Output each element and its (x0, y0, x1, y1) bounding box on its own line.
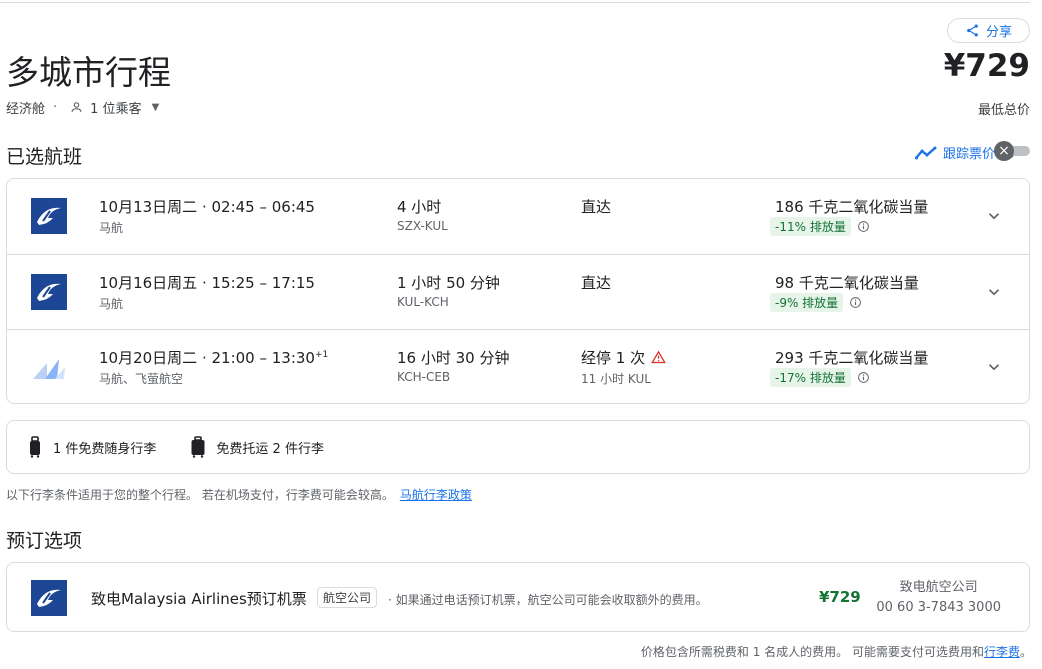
flight-stops-text: 直达 (581, 198, 612, 216)
malaysia-airlines-logo (31, 580, 67, 616)
info-icon[interactable] (849, 296, 862, 309)
flight-date-time-text: 10月16日周五 · 15:25 – 17:15 (99, 274, 315, 292)
share-label: 分享 (985, 25, 1012, 40)
booking-option[interactable]: 致电Malaysia Airlines预订机票 航空公司 · 如果通过电话预订机… (6, 562, 1030, 632)
flight-date-time-text: 10月13日周二 · 02:45 – 06:45 (99, 198, 315, 216)
baggage-box: 1 件免费随身行李 免费托运 2 件行李 (6, 420, 1030, 474)
trip-options: 经济舱 · 1 位乘客 ▼ (6, 98, 159, 117)
chevron-down-icon[interactable] (985, 283, 1003, 301)
cabin-class: 经济舱 (6, 102, 46, 117)
flight-route: KCH-CEB (397, 370, 451, 384)
passenger-count: 1 位乘客 (90, 102, 142, 117)
flight-date-time: 10月16日周五 · 15:25 – 17:15 (99, 272, 315, 293)
day-offset: +1 (314, 350, 329, 360)
malaysia-airlines-logo (31, 198, 67, 234)
flight-duration: 4 小时 (397, 198, 442, 216)
baggage-note: 以下行李条件适用于您的整个行程。 若在机场支付，行李费可能会较高。 马航行李政策 (6, 486, 472, 503)
flight-emissions: 293 千克二氧化碳当量 (775, 349, 929, 367)
flight-stops-text: 直达 (581, 274, 612, 292)
flight-stop-detail: 11 小时 KUL (581, 372, 651, 386)
footer-text: 价格包含所需税费和 1 名成人的费用。 可能需要支付可选费用和 (640, 645, 984, 659)
carry-on-label: 1 件免费随身行李 (53, 441, 157, 457)
footer-note: 价格包含所需税费和 1 名成人的费用。 可能需要支付可选费用和行李费。 (641, 643, 1032, 660)
top-divider (0, 2, 1030, 3)
selected-flights-heading: 已选航班 (6, 146, 83, 168)
checked-bag-item: 免费托运 2 件行李 (190, 436, 324, 458)
flight-emissions: 186 千克二氧化碳当量 (775, 198, 929, 216)
checked-bag-icon (191, 436, 205, 458)
airline-tag: 航空公司 (317, 587, 378, 608)
airline-phone: 00 60 3-7843 3000 (876, 600, 1001, 615)
emissions-badge: -11% 排放量 (770, 217, 870, 236)
flight-row[interactable]: 10月16日周五 · 15:25 – 17:15 马航 1 小时 50 分钟 KUL-… (7, 254, 1029, 329)
checked-bag-label: 免费托运 2 件行李 (216, 441, 324, 457)
caret-down-icon: ▼ (151, 102, 160, 113)
baggage-note-text: 以下行李条件适用于您的整个行程。 若在机场支付，行李费可能会较高。 (6, 488, 394, 502)
close-icon: × (994, 141, 1014, 161)
price-caption: 最低总价 (977, 103, 1030, 118)
flight-row[interactable]: 10月20日周二 · 21:00 – 13:30+1 马航、飞萤航空 16 小时 3… (7, 329, 1029, 404)
flight-row[interactable]: 10月13日周二 · 02:45 – 06:45 马航 4 小时 SZX-KUL 直达 1… (7, 179, 1029, 254)
track-prices-label: 跟踪票价 (942, 147, 995, 162)
trend-icon (914, 146, 937, 159)
baggage-policy-link[interactable]: 马航行李政策 (400, 488, 472, 502)
booking-name: 致电Malaysia Airlines预订机票 (91, 590, 307, 608)
multi-airline-logo (33, 359, 65, 379)
flight-airline: 马航 (99, 221, 124, 235)
emissions-badge-text: -11% 排放量 (770, 217, 851, 236)
carry-on-bag-icon (30, 436, 40, 458)
flight-date-time-text: 10月20日周二 · 21:00 – 13:30 (99, 349, 315, 367)
flight-duration: 1 小时 50 分钟 (397, 274, 500, 292)
info-icon[interactable] (857, 220, 870, 233)
separator-dot: · (53, 100, 58, 115)
passenger-selector[interactable]: 1 位乘客 ▼ (65, 98, 159, 117)
flight-stops: 经停 1 次 (581, 347, 666, 368)
flight-route: KUL-KCH (397, 295, 449, 309)
booking-description: · 如果通过电话预订机票，航空公司可能会收取额外的费用。 (388, 593, 708, 607)
chevron-down-icon[interactable] (985, 207, 1003, 225)
emissions-badge-text: -17% 排放量 (770, 368, 851, 387)
baggage-fees-link[interactable]: 行李费 (984, 645, 1020, 659)
booking-price: ¥729 (819, 588, 861, 606)
share-icon (967, 24, 978, 37)
share-button[interactable]: 分享 (947, 18, 1030, 43)
track-prices-toggle[interactable]: × (994, 141, 1030, 161)
flight-date-time: 10月13日周二 · 02:45 – 06:45 (99, 196, 315, 217)
emissions-badge-text: -9% 排放量 (770, 293, 844, 312)
flight-list: 10月13日周二 · 02:45 – 06:45 马航 4 小时 SZX-KUL 直达 1… (6, 178, 1030, 404)
flight-stops-text: 经停 1 次 (581, 349, 646, 367)
call-airline-label: 致电航空公司 (899, 580, 978, 595)
warning-icon (651, 350, 666, 364)
carry-on-item: 1 件免费随身行李 (27, 436, 156, 458)
call-airline[interactable]: 致电航空公司 00 60 3-7843 3000 (876, 578, 1001, 618)
person-icon (71, 102, 82, 112)
flight-airline: 马航 (99, 297, 124, 311)
flight-emissions: 98 千克二氧化碳当量 (775, 274, 919, 292)
footer-end: 。 (1019, 645, 1032, 659)
malaysia-airlines-logo (31, 274, 67, 310)
flight-stops: 直达 (581, 272, 611, 293)
info-icon[interactable] (857, 371, 870, 384)
page-title: 多城市行程 (6, 53, 171, 92)
booking-options-heading: 预订选项 (6, 530, 83, 552)
total-price: ¥729 (943, 48, 1030, 84)
chevron-down-icon[interactable] (985, 358, 1003, 376)
emissions-badge: -17% 排放量 (770, 368, 870, 387)
flight-route: SZX-KUL (397, 219, 448, 233)
flight-airline: 马航、飞萤航空 (99, 372, 184, 386)
flight-stops: 直达 (581, 196, 611, 217)
flight-duration: 16 小时 30 分钟 (397, 349, 510, 367)
emissions-badge: -9% 排放量 (770, 293, 862, 312)
flight-date-time: 10月20日周二 · 21:00 – 13:30+1 (99, 347, 328, 368)
